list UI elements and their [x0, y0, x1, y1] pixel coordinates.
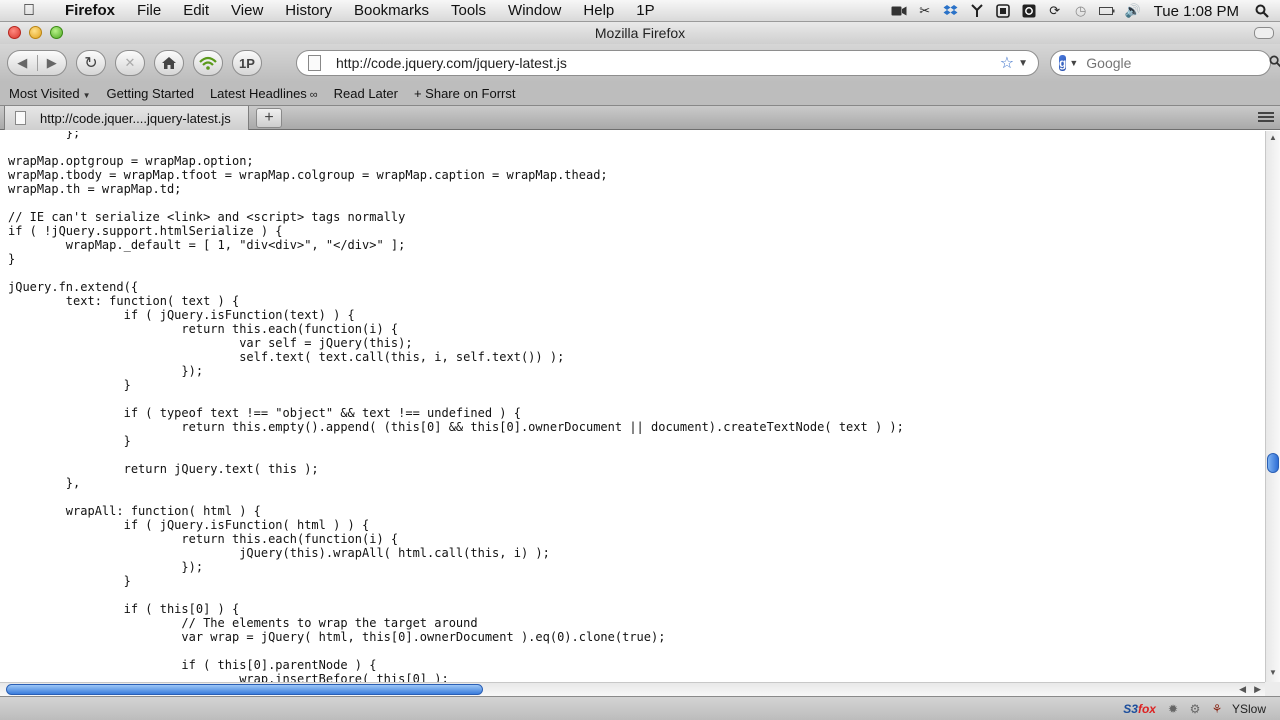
window-controls — [8, 26, 63, 39]
rss-icon: ∞ — [309, 89, 318, 101]
source-code-text: }; wrapMap.optgroup = wrapMap.option; wr… — [8, 131, 904, 682]
menu-app-firefox[interactable]: Firefox — [54, 0, 126, 22]
menu-bar:  Firefox File Edit View History Bookmar… — [0, 0, 1280, 22]
navigation-toolbar: ◀ ▶ ↻ ✕ 1P http://code.jquery.com/jquery… — [0, 44, 1280, 82]
menubar-clock[interactable]: Tue 1:08 PM — [1154, 3, 1239, 20]
settings-icon[interactable]: ⚙ — [1188, 702, 1202, 716]
bookmark-most-visited[interactable]: Most Visited ▼ — [9, 86, 91, 101]
tab-title: http://code.jquer....jquery-latest.js — [40, 110, 231, 126]
onepassword-label: 1P — [239, 55, 255, 71]
bug-icon[interactable]: ✹ — [1166, 702, 1180, 716]
menu-tools[interactable]: Tools — [440, 0, 497, 22]
menu-edit[interactable]: Edit — [172, 0, 220, 22]
battery-icon[interactable] — [1098, 3, 1115, 19]
time-machine-icon[interactable]: ◷ — [1073, 3, 1089, 19]
bookmark-latest-headlines[interactable]: Latest Headlines ∞ — [210, 86, 318, 101]
bookmark-label: Latest Headlines — [209, 86, 307, 101]
menu-window[interactable]: Window — [497, 0, 572, 22]
search-input[interactable] — [1084, 54, 1270, 72]
sync-icon[interactable]: ⟳ — [1047, 3, 1063, 19]
menu-extras: ✂ ⟳ ◷ 🔊 Tue 1:08 PM — [886, 0, 1280, 22]
list-all-tabs-icon[interactable] — [1258, 109, 1274, 125]
scroll-up-arrow-icon[interactable]: ▲ — [1266, 133, 1280, 145]
window-title-bar: Mozilla Firefox — [0, 22, 1280, 44]
vertical-scroll-thumb[interactable] — [1267, 453, 1279, 473]
s3fox-icon[interactable]: S3fox — [1123, 702, 1156, 716]
reload-icon: ↻ — [84, 55, 98, 72]
bookmark-star-icon[interactable]: ☆ — [1000, 53, 1014, 73]
scroll-down-arrow-icon[interactable]: ▼ — [1266, 668, 1280, 680]
url-bar[interactable]: http://code.jquery.com/jquery-latest.js … — [296, 50, 1039, 76]
firebug-icon[interactable]: ⚘ — [1210, 702, 1224, 716]
url-history-dropdown-icon[interactable]: ▼ — [1018, 58, 1028, 69]
camera-icon[interactable] — [891, 3, 907, 19]
horizontal-scroll-arrows: ◀ ▶ — [1239, 683, 1261, 696]
menu-help[interactable]: Help — [572, 0, 625, 22]
tab-strip: http://code.jquer....jquery-latest.js + — [0, 106, 1280, 130]
bookmark-share-on-forrst[interactable]: + Share on Forrst — [414, 86, 516, 101]
onepassword-button[interactable]: 1P — [232, 50, 262, 76]
yslow-button[interactable]: YSlow — [1232, 702, 1266, 716]
search-icon[interactable] — [1269, 55, 1280, 71]
spotlight-search-icon[interactable] — [1254, 3, 1270, 19]
menu-1password[interactable]: 1P — [625, 0, 665, 22]
close-window-button[interactable] — [8, 26, 21, 39]
menu-view[interactable]: View — [220, 0, 274, 22]
page-content[interactable]: }; wrapMap.optgroup = wrapMap.option; wr… — [0, 131, 1265, 682]
stop-icon: ✕ — [124, 55, 136, 70]
page-icon — [15, 111, 26, 125]
toolbar-toggle-button[interactable] — [1254, 27, 1274, 39]
stop-button[interactable]: ✕ — [115, 50, 145, 76]
scissors-icon[interactable]: ✂ — [917, 3, 933, 19]
new-tab-button[interactable]: + — [256, 108, 282, 128]
wifi-feed-icon — [199, 56, 217, 70]
bookmark-label: Most Visited — [9, 86, 80, 101]
bookmarks-toolbar: Most Visited ▼ Getting Started Latest Hea… — [0, 82, 1280, 106]
google-engine-icon[interactable]: g — [1059, 55, 1067, 71]
reload-button[interactable]: ↻ — [76, 50, 106, 76]
tab-jquery-latest[interactable]: http://code.jquer....jquery-latest.js — [4, 106, 249, 130]
quicksilver-icon[interactable] — [1021, 3, 1037, 19]
status-bar: S3fox ✹ ⚙ ⚘ YSlow — [0, 696, 1280, 720]
vertical-scrollbar[interactable]: ▲ ▼ — [1265, 131, 1280, 682]
bookmark-getting-started[interactable]: Getting Started — [107, 86, 194, 101]
search-bar[interactable]: g ▼ — [1050, 50, 1280, 76]
home-icon — [162, 57, 176, 69]
evernote-icon[interactable] — [995, 3, 1011, 19]
url-text[interactable]: http://code.jquery.com/jquery-latest.js — [336, 55, 1000, 71]
home-button[interactable] — [154, 50, 184, 76]
dropbox-icon[interactable] — [943, 3, 959, 19]
window-title: Mozilla Firefox — [594, 25, 686, 41]
zoom-window-button[interactable] — [50, 26, 63, 39]
scrollbar-corner — [1265, 682, 1280, 696]
horizontal-scrollbar[interactable]: ◀ ▶ — [0, 682, 1265, 696]
scroll-left-arrow-icon[interactable]: ◀ — [1239, 683, 1246, 696]
page-icon — [308, 55, 321, 71]
forward-button[interactable]: ▶ — [38, 55, 67, 71]
menu-file[interactable]: File — [126, 0, 172, 22]
volume-icon[interactable]: 🔊 — [1125, 3, 1141, 19]
minimize-window-button[interactable] — [29, 26, 42, 39]
feed-button[interactable] — [193, 50, 223, 76]
menu-history[interactable]: History — [274, 0, 343, 22]
menu-bookmarks[interactable]: Bookmarks — [343, 0, 440, 22]
engine-dropdown-icon[interactable]: ▼ — [1069, 58, 1078, 68]
fork-icon[interactable] — [969, 3, 985, 19]
scroll-right-arrow-icon[interactable]: ▶ — [1254, 683, 1261, 696]
chevron-down-icon: ▼ — [82, 91, 91, 100]
back-forward-group: ◀ ▶ — [7, 50, 67, 76]
back-button[interactable]: ◀ — [8, 55, 38, 71]
horizontal-scroll-thumb[interactable] — [6, 684, 483, 695]
apple-icon[interactable]:  — [18, 2, 40, 20]
bookmark-read-later[interactable]: Read Later — [334, 86, 398, 101]
